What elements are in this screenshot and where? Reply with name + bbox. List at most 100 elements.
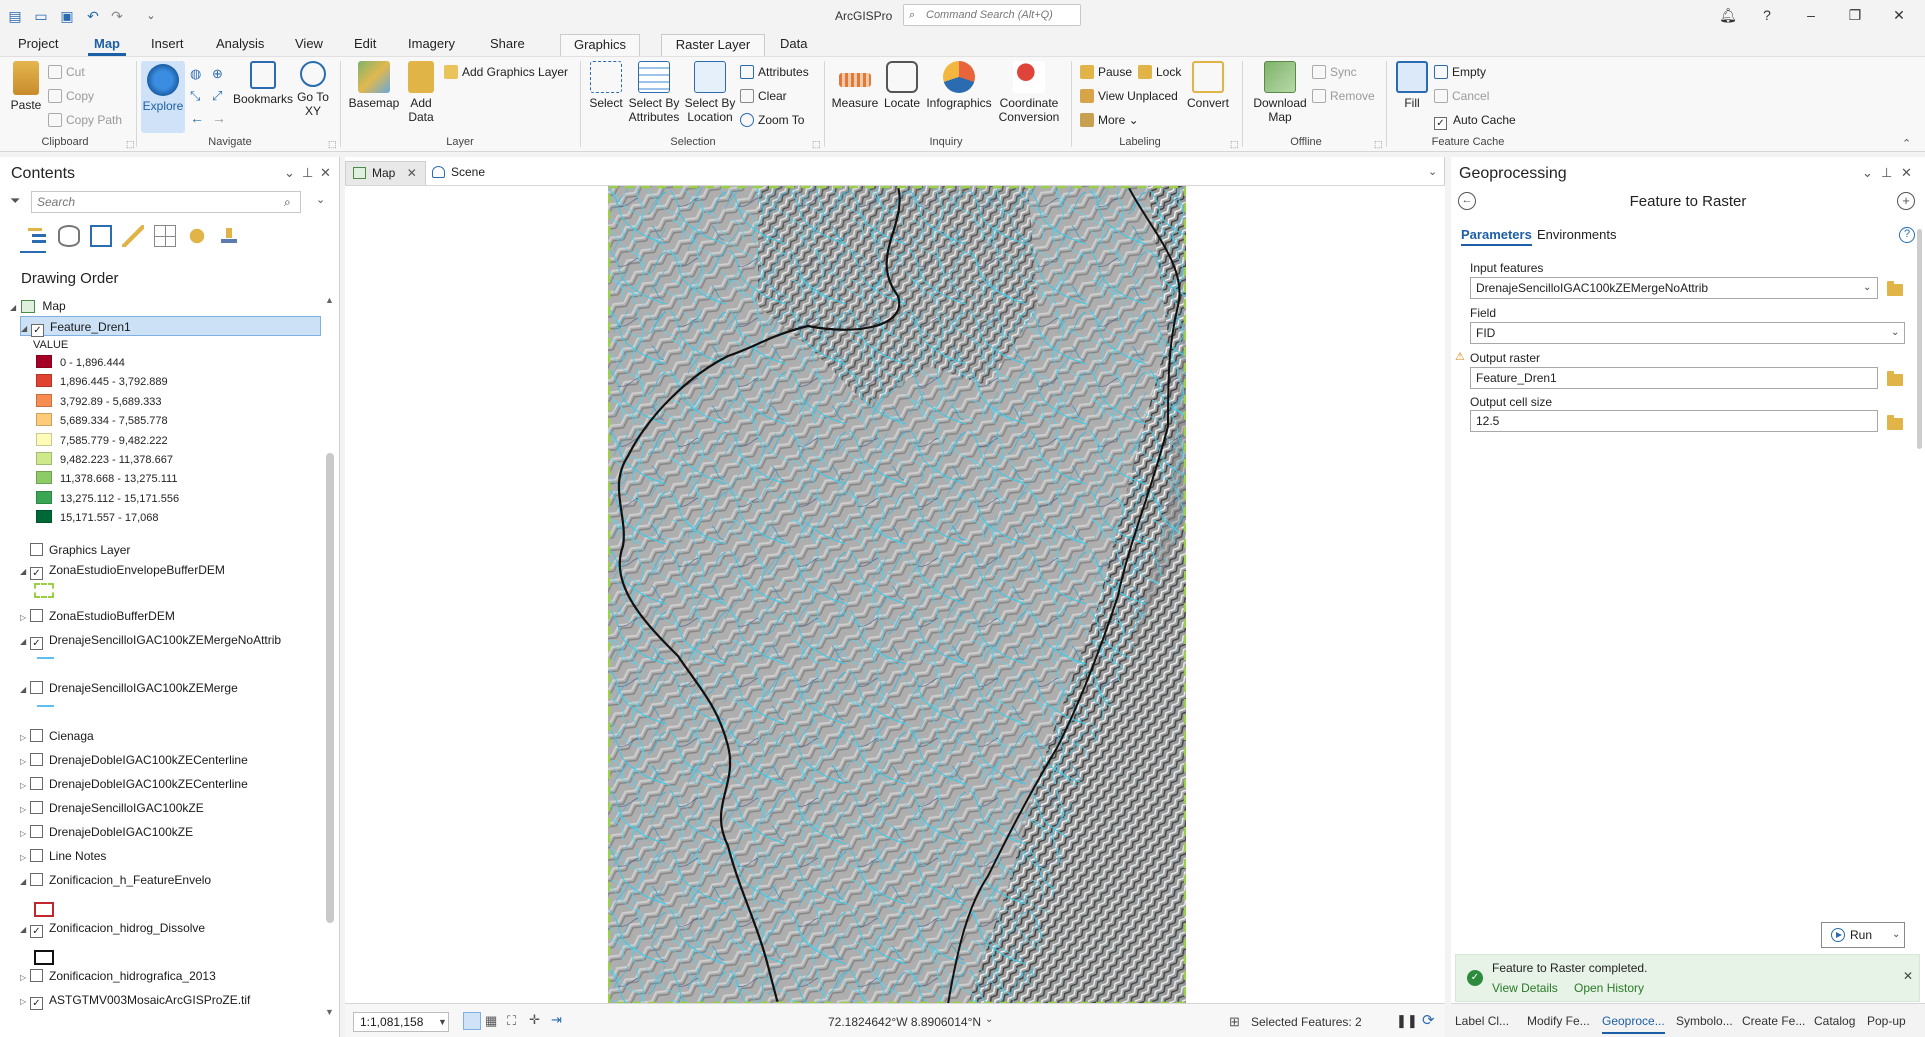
layer-visibility-checkbox[interactable] [30, 681, 43, 694]
customize-toolbar-icon[interactable]: ⌄ [142, 7, 160, 25]
layer-visibility-checkbox[interactable] [30, 873, 43, 886]
layer-visibility-checkbox[interactable] [30, 609, 43, 622]
browse-folder-icon[interactable] [1887, 281, 1903, 296]
line-symbol[interactable] [37, 657, 54, 659]
layer-row-zonificacion-envelope[interactable]: ◢ Zonificacion_h_FeatureEnvelo [20, 870, 211, 890]
expand-icon[interactable]: ▷ [20, 992, 30, 1012]
more-labeling-button[interactable]: More ⌄ [1080, 111, 1139, 129]
layer-row-drenaje-merge-noattrib[interactable]: ◢ ✓ DrenajeSencilloIGAC100kZEMergeNoAttrib [20, 630, 281, 650]
sync-button[interactable]: Sync [1312, 63, 1357, 81]
legend-class-row[interactable]: 15,171.557 - 17,068 [36, 509, 158, 527]
collapse-icon[interactable]: ◢ [20, 562, 30, 582]
fixed-zoom-icon[interactable]: ⊕ [212, 66, 223, 82]
pause-drawing-icon[interactable]: ❚❚ [1396, 1013, 1418, 1029]
pane-tab-popup[interactable]: Pop-up [1867, 1014, 1906, 1028]
view-unplaced-button[interactable]: View Unplaced [1080, 87, 1178, 105]
pane-options-icon[interactable]: ⌄ [1862, 165, 1873, 181]
chevron-down-icon[interactable]: ⌄ [985, 1014, 993, 1025]
cancel-cache-button[interactable]: Cancel [1434, 87, 1489, 105]
run-button[interactable]: Run ⌄ [1821, 922, 1905, 948]
minimize-button[interactable]: – [1796, 4, 1826, 26]
offline-launcher-icon[interactable]: ⬚ [1374, 139, 1383, 150]
pane-tab-label-class[interactable]: Label Cl... [1455, 1014, 1509, 1028]
layer-row-drenaje-merge[interactable]: ◢ DrenajeSencilloIGAC100kZEMerge [20, 678, 238, 698]
add-icon[interactable]: + [1897, 192, 1915, 210]
layer-visibility-checkbox[interactable] [30, 849, 43, 862]
collapse-icon[interactable]: ◢ [20, 920, 30, 940]
geoprocessing-scrollbar[interactable] [1917, 229, 1922, 449]
legend-class-row[interactable]: 3,792.89 - 5,689.333 [36, 393, 162, 411]
pane-tab-modify-features[interactable]: Modify Fe... [1527, 1014, 1590, 1028]
legend-class-row[interactable]: 1,896.445 - 3,792.889 [36, 373, 168, 391]
layer-visibility-checkbox[interactable] [30, 825, 43, 838]
view-details-link[interactable]: View Details [1492, 981, 1558, 995]
go-to-xy-button[interactable]: Go To XY [296, 61, 330, 118]
legend-swatch[interactable] [36, 393, 52, 407]
layer-visibility-checkbox[interactable] [30, 801, 43, 814]
clipboard-launcher-icon[interactable]: ⬚ [126, 139, 135, 150]
field-dropdown[interactable]: FID ⌄ [1470, 322, 1905, 344]
layer-visibility-checkbox[interactable] [30, 729, 43, 742]
refresh-icon[interactable]: ⟳ [1422, 1011, 1435, 1029]
open-history-link[interactable]: Open History [1574, 981, 1644, 995]
browse-folder-icon[interactable] [1887, 415, 1903, 430]
tab-analysis[interactable]: Analysis [210, 34, 270, 56]
layer-row-zona-estudio-envelope[interactable]: ◢ ✓ ZonaEstudioEnvelopeBufferDEM [20, 560, 225, 580]
layer-row-line-notes[interactable]: ▷ Line Notes [20, 846, 106, 866]
tab-imagery[interactable]: Imagery [402, 34, 461, 56]
add-data-button[interactable]: Add Data [404, 61, 438, 124]
expand-icon[interactable]: ▷ [20, 824, 30, 844]
basemap-button[interactable]: Basemap [348, 61, 400, 110]
tab-view[interactable]: View [289, 34, 329, 56]
layer-row-drenaje-doble-centerline[interactable]: ▷ DrenajeDobleIGAC100kZECenterline [20, 750, 248, 770]
copy-button[interactable]: Copy [48, 87, 94, 105]
restore-button[interactable]: ❐ [1840, 4, 1870, 26]
polygon-symbol[interactable] [34, 950, 54, 965]
expand-icon[interactable]: ▷ [20, 848, 30, 868]
redo-icon[interactable]: ↷ [108, 7, 126, 25]
legend-swatch[interactable] [36, 490, 52, 504]
coordinate-conversion-button[interactable]: Coordinate Conversion [996, 61, 1062, 124]
auto-cache-check[interactable]: ✓ [1434, 117, 1447, 130]
fit-extent-icon[interactable]: ⛶ [507, 1013, 516, 1029]
legend-class-row[interactable]: 7,585.779 - 9,482.222 [36, 432, 168, 450]
pane-tab-catalog[interactable]: Catalog [1814, 1014, 1855, 1028]
tab-graphics[interactable]: Graphics [560, 34, 640, 56]
warning-icon[interactable]: ⚠ [1455, 350, 1465, 363]
layer-visibility-checkbox[interactable] [30, 969, 43, 982]
layer-row-cienaga[interactable]: ▷ Cienaga [20, 726, 94, 746]
tab-data[interactable]: Data [774, 34, 813, 56]
zoom-in-fixed-icon[interactable]: ⤡ [190, 88, 200, 104]
pane-tab-create-features[interactable]: Create Fe... [1742, 1014, 1805, 1028]
legend-class-row[interactable]: 0 - 1,896.444 [36, 354, 125, 372]
collapse-ribbon-icon[interactable]: ⌃ [1902, 137, 1911, 150]
close-tab-icon[interactable]: ✕ [407, 166, 417, 180]
layer-visibility-checkbox[interactable]: ✓ [31, 324, 44, 337]
output-raster-input[interactable]: Feature_Dren1 [1470, 367, 1878, 389]
help-icon[interactable]: ? [1899, 227, 1915, 243]
expand-icon[interactable]: ▷ [20, 800, 30, 820]
notifications-icon[interactable]: 🔔︎ [1713, 4, 1743, 26]
command-search-input[interactable]: ⌕ Command Search (Alt+Q) [903, 4, 1081, 26]
input-features-dropdown[interactable]: DrenajeSencilloIGAC100kZEMergeNoAttrib ⌄ [1470, 277, 1878, 299]
remove-button[interactable]: Remove [1312, 87, 1375, 105]
collapse-icon[interactable]: ◢ [10, 298, 20, 318]
close-notice-icon[interactable]: ✕ [1903, 969, 1913, 983]
list-by-labeling-icon[interactable] [186, 225, 208, 247]
grid-icon[interactable]: ▦ [485, 1013, 497, 1029]
layer-row-drenaje-doble-centerline-2[interactable]: ▷ DrenajeDobleIGAC100kZECenterline [20, 774, 248, 794]
locate-button[interactable]: Locate [882, 61, 922, 110]
clear-selection-button[interactable]: Clear [740, 87, 787, 105]
attributes-button[interactable]: Attributes [740, 63, 809, 81]
pin-icon[interactable]: ⊥ [1881, 165, 1892, 181]
explore-button[interactable]: Explore [141, 61, 185, 133]
tab-edit[interactable]: Edit [348, 34, 382, 56]
view-tab-map[interactable]: Map ✕ [345, 161, 426, 185]
expand-icon[interactable]: ▷ [20, 776, 30, 796]
list-by-perspective-icon[interactable] [218, 225, 240, 247]
download-map-button[interactable]: Download Map [1248, 61, 1312, 124]
legend-swatch[interactable] [36, 471, 52, 485]
legend-swatch[interactable] [36, 510, 52, 524]
contents-scrollbar[interactable] [326, 453, 334, 923]
layer-row-feature-dren1[interactable]: ◢ ✓ Feature_Dren1 [20, 316, 321, 337]
